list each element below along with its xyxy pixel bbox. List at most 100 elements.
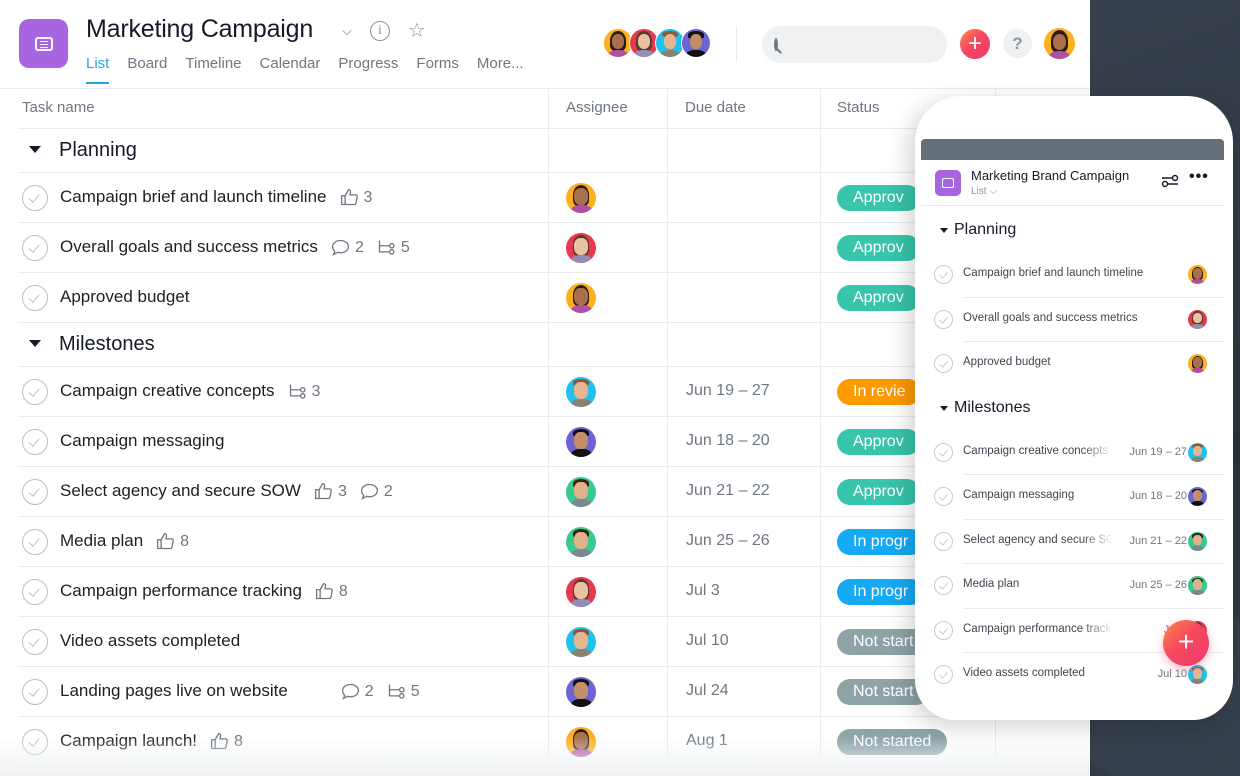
mobile-task-row[interactable]: Campaign creative concepts Jun 19 – 27: [921, 430, 1224, 475]
assignee-avatar[interactable]: [1188, 665, 1207, 684]
status-badge[interactable]: In revie: [837, 379, 922, 405]
mobile-task-row[interactable]: Campaign brief and launch timeline: [921, 252, 1224, 297]
complete-checkbox[interactable]: [22, 379, 48, 405]
comments[interactable]: 2: [330, 237, 364, 258]
subtasks[interactable]: 3: [287, 381, 320, 402]
likes[interactable]: 8: [314, 581, 348, 602]
assignee-avatar[interactable]: [566, 727, 596, 757]
tab-more[interactable]: More...: [477, 55, 524, 82]
task-name[interactable]: Campaign performance tracking: [60, 581, 302, 600]
due-date[interactable]: Jul 3: [686, 582, 720, 600]
complete-checkbox[interactable]: [934, 265, 953, 284]
complete-checkbox[interactable]: [934, 442, 953, 462]
due-date[interactable]: Aug 1: [686, 732, 728, 750]
tab-list[interactable]: List: [86, 55, 110, 84]
quick-add-button[interactable]: +: [960, 29, 990, 59]
task-name[interactable]: Campaign launch!: [60, 731, 197, 750]
due-date[interactable]: Jul 24: [686, 682, 729, 700]
complete-checkbox[interactable]: [934, 665, 953, 684]
complete-checkbox[interactable]: [934, 531, 953, 551]
task-name[interactable]: Approved budget: [60, 287, 190, 306]
task-name[interactable]: Campaign brief and launch timeline: [963, 267, 1173, 279]
assignee-avatar[interactable]: [566, 527, 596, 557]
assignee-avatar[interactable]: [566, 233, 596, 263]
mobile-task-row[interactable]: Approved budget: [921, 341, 1224, 386]
filter-icon[interactable]: [1161, 174, 1179, 188]
complete-checkbox[interactable]: [934, 487, 953, 506]
complete-checkbox[interactable]: [22, 235, 48, 261]
task-name[interactable]: Campaign messaging: [963, 489, 1113, 501]
mobile-task-row[interactable]: Overall goals and success metrics: [921, 296, 1224, 342]
info-icon[interactable]: i: [369, 21, 390, 41]
subtasks[interactable]: 5: [386, 681, 420, 702]
due-date[interactable]: Jun 19 – 27: [686, 382, 770, 400]
mobile-task-row[interactable]: Select agency and secure SOW Jun 21 – 22: [921, 518, 1224, 564]
mobile-task-row[interactable]: Campaign messaging Jun 18 – 20: [921, 474, 1224, 519]
complete-checkbox[interactable]: [22, 479, 48, 505]
mobile-section-header[interactable]: Milestones: [921, 386, 1224, 430]
tab-board[interactable]: Board: [127, 55, 167, 82]
assignee-avatar[interactable]: [1188, 487, 1207, 506]
assignee-avatar[interactable]: [1188, 442, 1207, 462]
likes[interactable]: 3: [313, 481, 347, 502]
assignee-avatar[interactable]: [1188, 265, 1207, 284]
assignee-avatar[interactable]: [566, 427, 596, 457]
search-input[interactable]: [784, 36, 965, 53]
status-badge[interactable]: In progr: [837, 579, 925, 605]
task-name[interactable]: Select agency and secure SOW: [60, 481, 301, 500]
tab-forms[interactable]: Forms: [416, 55, 459, 82]
column-header-assignee[interactable]: Assignee: [566, 99, 628, 116]
task-name[interactable]: Media plan: [963, 578, 1113, 590]
tab-timeline[interactable]: Timeline: [185, 55, 241, 82]
status-badge[interactable]: Not started: [837, 729, 948, 755]
assignee-avatar[interactable]: [1188, 354, 1207, 373]
task-name[interactable]: Video assets completed: [60, 631, 240, 650]
member-avatar[interactable]: [681, 28, 711, 58]
task-row[interactable]: Campaign launch! 8 Aug 1 Not started: [18, 717, 1090, 767]
complete-checkbox[interactable]: [22, 729, 48, 755]
assignee-avatar[interactable]: [1188, 531, 1207, 551]
task-name[interactable]: Campaign performance tracking: [963, 623, 1113, 635]
due-date[interactable]: Jun 18 – 20: [686, 432, 770, 450]
complete-checkbox[interactable]: [22, 529, 48, 555]
add-task-fab[interactable]: +: [1163, 620, 1209, 666]
more-options-icon[interactable]: •••: [1189, 168, 1209, 186]
comments[interactable]: 2: [340, 681, 374, 702]
status-badge[interactable]: Approv: [837, 185, 920, 211]
assignee-avatar[interactable]: [1188, 309, 1207, 329]
task-name[interactable]: Campaign messaging: [60, 431, 224, 450]
task-name[interactable]: Approved budget: [963, 356, 1173, 368]
help-button[interactable]: ?: [1003, 29, 1032, 58]
column-header-due-date[interactable]: Due date: [685, 99, 746, 116]
likes[interactable]: 3: [339, 187, 372, 208]
assignee-avatar[interactable]: [566, 377, 596, 407]
task-name[interactable]: Overall goals and success metrics: [60, 237, 318, 256]
chevron-down-icon[interactable]: ⌵: [342, 20, 352, 42]
status-badge[interactable]: Approv: [837, 429, 920, 455]
status-badge[interactable]: Approv: [837, 235, 920, 261]
comments[interactable]: 2: [359, 481, 393, 502]
tab-progress[interactable]: Progress: [338, 55, 398, 82]
complete-checkbox[interactable]: [934, 309, 953, 329]
assignee-avatar[interactable]: [566, 477, 596, 507]
task-name[interactable]: Video assets completed: [963, 667, 1113, 679]
column-header-task-name[interactable]: Task name: [22, 99, 95, 116]
complete-checkbox[interactable]: [934, 576, 953, 595]
status-badge[interactable]: Approv: [837, 285, 920, 311]
complete-checkbox[interactable]: [934, 354, 953, 373]
task-name[interactable]: Campaign creative concepts: [963, 445, 1113, 457]
assignee-avatar[interactable]: [566, 283, 596, 313]
status-badge[interactable]: In progr: [837, 529, 925, 555]
mobile-view-selector[interactable]: List ⌵: [971, 186, 997, 197]
due-date[interactable]: Jun 25 – 26: [686, 532, 770, 550]
status-badge[interactable]: Approv: [837, 479, 920, 505]
subtasks[interactable]: 5: [376, 237, 410, 258]
complete-checkbox[interactable]: [934, 620, 953, 640]
complete-checkbox[interactable]: [22, 185, 48, 211]
user-avatar[interactable]: [1044, 28, 1075, 59]
task-name[interactable]: Campaign creative concepts: [60, 381, 275, 400]
likes[interactable]: 8: [209, 731, 243, 752]
collapse-triangle-icon[interactable]: [940, 228, 948, 233]
task-name[interactable]: Overall goals and success metrics: [963, 312, 1173, 324]
project-members[interactable]: [603, 28, 711, 58]
